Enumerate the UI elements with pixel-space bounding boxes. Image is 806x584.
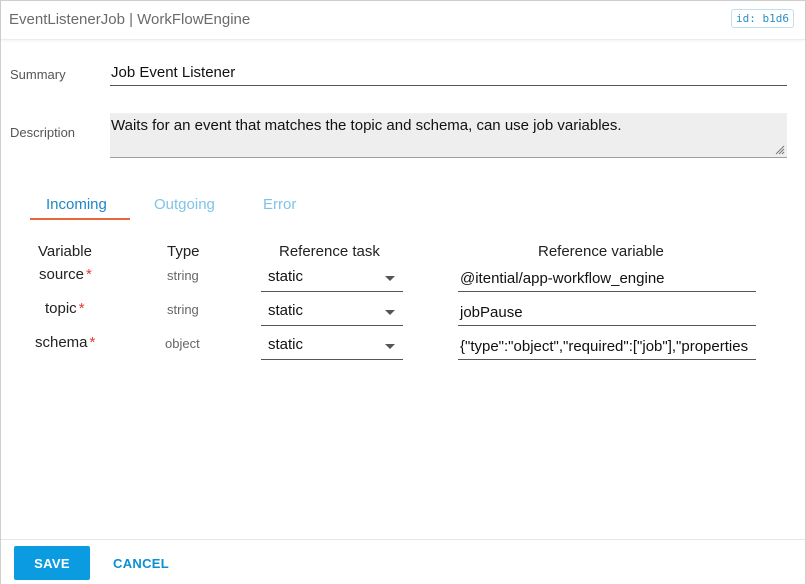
column-header-reference-task: Reference task bbox=[279, 243, 380, 260]
required-marker: * bbox=[78, 300, 85, 317]
variable-name-source: source * bbox=[39, 266, 92, 283]
dialog-title: EventListenerJob | WorkFlowEngine bbox=[9, 11, 251, 28]
cancel-button[interactable]: CANCEL bbox=[107, 546, 173, 580]
description-textarea[interactable]: Waits for an event that matches the topi… bbox=[110, 113, 787, 158]
summary-value: Job Event Listener bbox=[111, 64, 236, 81]
caret-down-icon bbox=[385, 276, 395, 281]
type-cell: string bbox=[167, 268, 199, 283]
active-tab-indicator bbox=[30, 218, 130, 220]
tab-outgoing[interactable]: Outgoing bbox=[154, 196, 215, 213]
reference-task-select[interactable]: static bbox=[261, 299, 403, 326]
reference-task-select[interactable]: static bbox=[261, 265, 403, 292]
variable-name-schema: schema * bbox=[35, 334, 95, 351]
variable-label: topic bbox=[45, 300, 77, 317]
reference-variable-input[interactable]: {"type":"object","required":["job"],"pro… bbox=[458, 333, 756, 360]
column-header-type: Type bbox=[167, 243, 200, 260]
required-marker: * bbox=[86, 266, 92, 283]
variable-name-topic: topic * bbox=[45, 300, 85, 317]
reference-variable-value: @itential/app-workflow_engine bbox=[460, 270, 665, 287]
variable-label: source bbox=[39, 266, 85, 283]
description-value: Waits for an event that matches the topi… bbox=[111, 117, 622, 134]
summary-input[interactable]: Job Event Listener bbox=[110, 61, 787, 86]
save-button[interactable]: SAVE bbox=[14, 546, 90, 580]
description-label: Description bbox=[10, 125, 76, 140]
resize-grip-icon[interactable] bbox=[773, 143, 785, 155]
type-cell: string bbox=[167, 302, 199, 317]
reference-variable-value: {"type":"object","required":["job"],"pro… bbox=[460, 338, 749, 355]
reference-variable-input[interactable]: jobPause bbox=[458, 299, 756, 326]
reference-variable-input[interactable]: @itential/app-workflow_engine bbox=[458, 265, 756, 292]
reference-task-select[interactable]: static bbox=[261, 333, 403, 360]
column-header-variable: Variable bbox=[38, 243, 92, 260]
column-header-reference-variable: Reference variable bbox=[538, 243, 664, 260]
tab-error[interactable]: Error bbox=[263, 196, 296, 213]
reference-task-value: static bbox=[268, 302, 304, 319]
summary-label: Summary bbox=[10, 67, 66, 82]
type-cell: object bbox=[165, 336, 200, 351]
dialog-footer: SAVE CANCEL bbox=[1, 539, 805, 584]
required-marker: * bbox=[89, 334, 96, 351]
caret-down-icon bbox=[385, 344, 395, 349]
dialog-header: EventListenerJob | WorkFlowEngine id: b1… bbox=[1, 1, 805, 40]
variable-label: schema bbox=[35, 334, 88, 351]
caret-down-icon bbox=[385, 310, 395, 315]
tab-incoming[interactable]: Incoming bbox=[46, 196, 107, 213]
reference-task-value: static bbox=[268, 268, 304, 285]
id-badge: id: b1d6 bbox=[731, 9, 794, 28]
reference-task-value: static bbox=[268, 336, 304, 353]
task-dialog: EventListenerJob | WorkFlowEngine id: b1… bbox=[0, 0, 806, 584]
reference-variable-value: jobPause bbox=[460, 304, 523, 321]
